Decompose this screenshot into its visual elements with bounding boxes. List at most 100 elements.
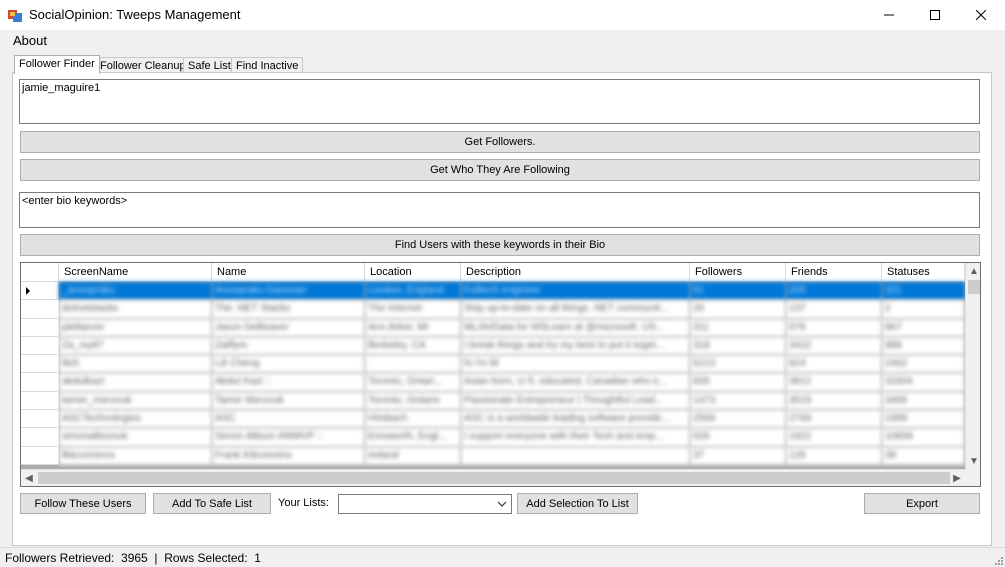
row-header[interactable] bbox=[21, 391, 59, 411]
cell-statuses[interactable]: 10839 bbox=[882, 428, 965, 447]
cell-followers[interactable]: 311 bbox=[690, 318, 786, 337]
cell-friends[interactable]: 126 bbox=[786, 446, 882, 465]
cell-name[interactable]: Simon Allison #WMVP :: bbox=[212, 428, 365, 447]
cell-followers[interactable]: 5213 bbox=[690, 355, 786, 374]
menu-about[interactable]: About bbox=[6, 32, 54, 49]
cell-friends[interactable]: 3812 bbox=[786, 373, 882, 392]
table-row[interactable]: _anoopraku Anoopraku Ganesan London, Engla… bbox=[21, 282, 965, 301]
scroll-up-icon[interactable]: ▲ bbox=[966, 263, 980, 279]
cell-screenname[interactable]: Za_my87 bbox=[59, 336, 212, 356]
get-followers-button[interactable]: Get Followers. bbox=[20, 131, 980, 153]
cell-name[interactable]: Lili Cheng bbox=[212, 355, 365, 374]
table-row[interactable]: fkkconninns Frank Kikconnins Ireland 37 126 3… bbox=[21, 446, 965, 465]
cell-name[interactable]: Zallfym bbox=[212, 336, 365, 356]
row-header[interactable] bbox=[21, 410, 59, 429]
minimize-button[interactable] bbox=[866, 0, 912, 30]
cell-location[interactable] bbox=[365, 355, 461, 374]
row-header[interactable] bbox=[21, 428, 59, 447]
scroll-right-icon[interactable]: ▶ bbox=[949, 470, 965, 486]
cell-location[interactable]: Toronto, Ontario bbox=[365, 391, 461, 411]
cell-statuses[interactable]: 39 bbox=[882, 446, 965, 465]
column-header-name[interactable]: Name bbox=[212, 263, 365, 282]
cell-friends[interactable]: 3519 bbox=[786, 391, 882, 411]
scroll-left-icon[interactable]: ◀ bbox=[21, 470, 37, 486]
column-header-friends[interactable]: Friends bbox=[786, 263, 882, 282]
cell-description[interactable]: Fulltech engineer bbox=[461, 282, 690, 301]
resize-grip-icon[interactable] bbox=[993, 555, 1003, 565]
cell-screenname[interactable]: _anoopraku bbox=[59, 282, 212, 301]
column-header-description[interactable]: Description bbox=[461, 263, 690, 282]
table-row[interactable]: lilch Lili Cheng hi i'm lili 5213 824 2462 bbox=[21, 355, 965, 374]
table-row[interactable]: simonallisonuk Simon Allison #WMVP :: Emsw… bbox=[21, 428, 965, 447]
cell-statuses[interactable]: 989 bbox=[882, 336, 965, 356]
your-lists-dropdown[interactable] bbox=[338, 494, 512, 514]
export-button[interactable]: Export bbox=[864, 493, 980, 514]
cell-friends[interactable]: 576 bbox=[786, 318, 882, 337]
column-header-screenname[interactable]: ScreenName bbox=[59, 263, 212, 282]
follow-users-button[interactable]: Follow These Users bbox=[20, 493, 146, 514]
cell-friends[interactable]: 3422 bbox=[786, 336, 882, 356]
cell-followers[interactable]: 626 bbox=[690, 428, 786, 447]
horizontal-scroll-thumb[interactable] bbox=[38, 472, 950, 484]
bio-keywords-input[interactable]: <enter bio keywords> bbox=[19, 192, 980, 228]
cell-description[interactable]: I support everyone with their Tech and e… bbox=[461, 428, 690, 447]
cell-followers[interactable]: 2569 bbox=[690, 410, 786, 429]
table-row[interactable]: dotnetstacks The .NET Stacks The Internet S… bbox=[21, 300, 965, 319]
cell-screenname[interactable]: abdulkazi bbox=[59, 373, 212, 392]
cell-description[interactable]: I break things and try my best to put it… bbox=[461, 336, 690, 356]
find-users-bio-button[interactable]: Find Users with these keywords in their … bbox=[20, 234, 980, 256]
table-row[interactable]: tamer_merzouk Tamer Merzouk Toronto, Ontar… bbox=[21, 391, 965, 411]
cell-screenname[interactable]: jdellaever bbox=[59, 318, 212, 337]
tab-follower-finder[interactable]: Follower Finder bbox=[14, 55, 100, 74]
cell-location[interactable]: Hösbach bbox=[365, 410, 461, 429]
row-header[interactable] bbox=[21, 318, 59, 337]
add-selection-to-list-button[interactable]: Add Selection To List bbox=[517, 493, 638, 514]
cell-description[interactable]: hi i'm lili bbox=[461, 355, 690, 374]
cell-statuses[interactable]: 867 bbox=[882, 318, 965, 337]
cell-location[interactable]: The Internet bbox=[365, 300, 461, 319]
cell-followers[interactable]: 606 bbox=[690, 373, 786, 392]
cell-friends[interactable]: 824 bbox=[786, 355, 882, 374]
cell-location[interactable]: Berkeley, CA bbox=[365, 336, 461, 356]
close-button[interactable] bbox=[958, 0, 1004, 30]
table-row[interactable]: abdulkazi Abdul Kazi :: Toronto, Ontari...… bbox=[21, 373, 965, 392]
cell-location[interactable]: Ireland bbox=[365, 446, 461, 465]
cell-statuses[interactable]: 32604 bbox=[882, 373, 965, 392]
table-row[interactable]: ASCTechnologies ASC Hösbach ASC is a worldw… bbox=[21, 410, 965, 429]
maximize-button[interactable] bbox=[912, 0, 958, 30]
cell-statuses[interactable]: 2462 bbox=[882, 355, 965, 374]
username-input[interactable]: jamie_maguire1 bbox=[19, 79, 980, 124]
table-row[interactable]: Za_my87 Zallfym Berkeley, CA I break things… bbox=[21, 336, 965, 356]
row-header[interactable] bbox=[21, 300, 59, 319]
cell-friends[interactable]: 2769 bbox=[786, 410, 882, 429]
cell-location[interactable]: Ann Arbor, MI bbox=[365, 318, 461, 337]
cell-name[interactable]: Anoopraku Ganesan bbox=[212, 282, 365, 301]
column-header-statuses[interactable]: Statuses bbox=[882, 263, 965, 282]
vertical-scroll-thumb[interactable] bbox=[968, 280, 980, 294]
cell-screenname[interactable]: fkkconninns bbox=[59, 446, 212, 465]
cell-location[interactable]: Toronto, Ontari... bbox=[365, 373, 461, 392]
cell-name[interactable]: Frank Kikconnins bbox=[212, 446, 365, 465]
cell-description[interactable]: Asian born, U.S. educated, Canadian who … bbox=[461, 373, 690, 392]
cell-name[interactable]: ASC bbox=[212, 410, 365, 429]
vertical-scrollbar[interactable]: ▲ ▼ bbox=[965, 263, 980, 469]
cell-followers[interactable]: 37 bbox=[690, 446, 786, 465]
users-grid[interactable]: ScreenName Name Location Description Fol… bbox=[20, 262, 981, 487]
cell-location[interactable]: London, England bbox=[365, 282, 461, 301]
cell-description[interactable]: ML/AI/Data for MSLearn at @microsoft. US… bbox=[461, 318, 690, 337]
column-header-followers[interactable]: Followers bbox=[690, 263, 786, 282]
cell-statuses[interactable]: 1999 bbox=[882, 410, 965, 429]
cell-screenname[interactable]: lilch bbox=[59, 355, 212, 374]
column-header-location[interactable]: Location bbox=[365, 263, 461, 282]
cell-location[interactable]: Emsworth, Engl... bbox=[365, 428, 461, 447]
cell-name[interactable]: Abdul Kazi :: bbox=[212, 373, 365, 392]
cell-screenname[interactable]: simonallisonuk bbox=[59, 428, 212, 447]
cell-description[interactable]: Stay up-to-date on all things .NET commu… bbox=[461, 300, 690, 319]
row-header[interactable] bbox=[21, 373, 59, 392]
cell-screenname[interactable]: ASCTechnologies bbox=[59, 410, 212, 429]
cell-description[interactable]: ASC is a worldwide leading software prov… bbox=[461, 410, 690, 429]
cell-name[interactable]: Tamer Merzouk bbox=[212, 391, 365, 411]
cell-screenname[interactable]: tamer_merzouk bbox=[59, 391, 212, 411]
cell-friends[interactable]: 1922 bbox=[786, 428, 882, 447]
cell-statuses[interactable]: 3406 bbox=[882, 391, 965, 411]
